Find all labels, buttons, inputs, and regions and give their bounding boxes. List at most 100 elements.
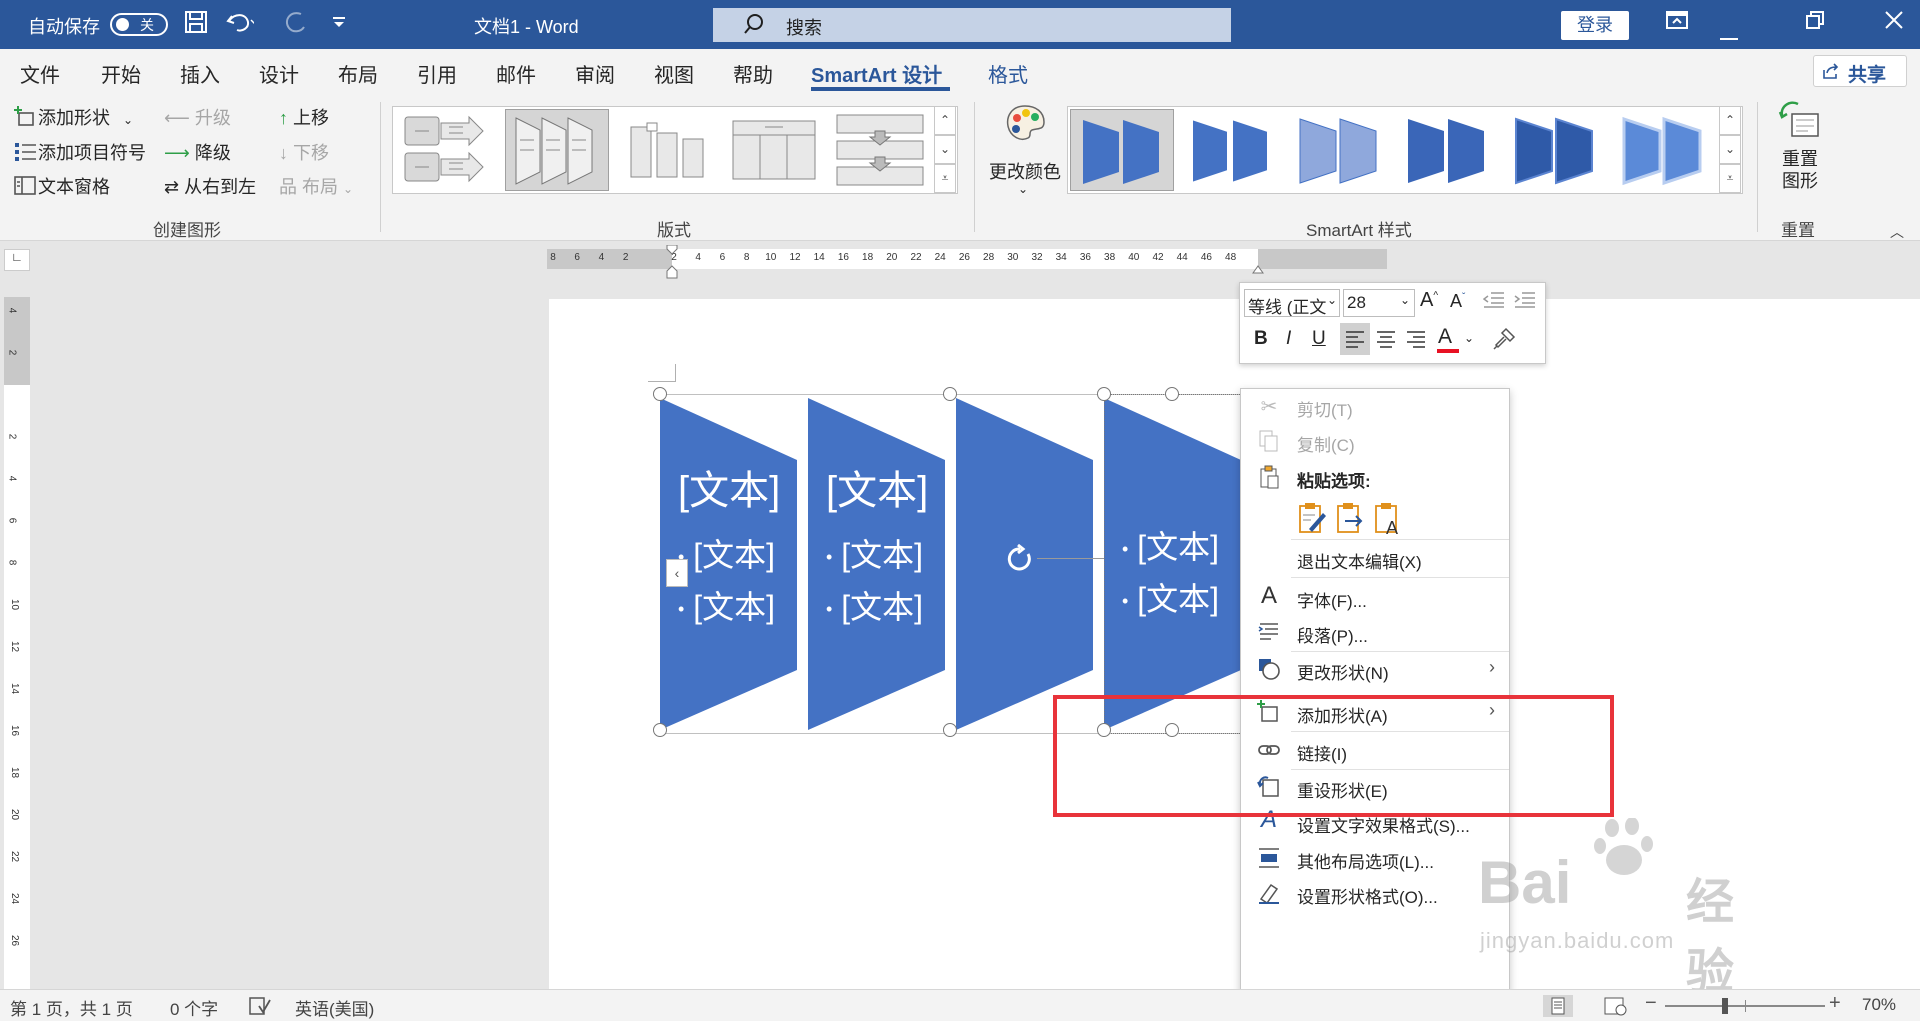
styles-scroll-down[interactable]: ⌄: [1719, 135, 1741, 164]
tab-smartart-design[interactable]: SmartArt 设计: [811, 59, 942, 88]
layout-thumb-5[interactable]: [833, 111, 929, 189]
italic-button[interactable]: I: [1286, 328, 1291, 350]
indent-marker[interactable]: [666, 244, 678, 279]
text-pane-button[interactable]: 文本窗格: [14, 173, 110, 202]
gallery-more[interactable]: ⩡: [934, 164, 956, 193]
bold-button[interactable]: B: [1254, 328, 1268, 350]
autosave-toggle[interactable]: 关: [110, 13, 168, 36]
format-painter-icon[interactable]: [1492, 327, 1516, 356]
paste-keep-source-icon[interactable]: [1297, 501, 1327, 535]
text-pane-expand-button[interactable]: ‹: [666, 559, 688, 587]
tab-selector[interactable]: ∟: [4, 249, 30, 271]
gallery-scroll-up[interactable]: ⌃: [934, 106, 956, 135]
add-shape-button[interactable]: 添加形状 ⌄: [14, 104, 133, 133]
page-count[interactable]: 第 1 页，共 1 页: [10, 995, 133, 1020]
layout-thumb-3[interactable]: [625, 113, 709, 187]
menu-item-cut[interactable]: ✂ 剪切(T): [1241, 389, 1509, 423]
collapse-ribbon-icon[interactable]: ︿: [1890, 222, 1904, 242]
layout-thumb-1[interactable]: [401, 113, 485, 187]
login-button[interactable]: 登录: [1561, 11, 1629, 40]
restore-icon[interactable]: [1805, 10, 1825, 36]
tab-design[interactable]: 设计: [259, 59, 299, 88]
shape-2-text[interactable]: [文本] • [文本] • [文本]: [826, 458, 928, 628]
resize-handle[interactable]: [653, 387, 667, 401]
layout-thumb-4[interactable]: [729, 113, 819, 187]
proofing-icon[interactable]: [249, 996, 271, 1021]
move-up-button[interactable]: ↑ 上移: [279, 104, 329, 130]
tab-view[interactable]: 视图: [654, 59, 694, 88]
minimize-icon[interactable]: [1720, 22, 1740, 48]
zoom-slider-thumb[interactable]: [1722, 998, 1728, 1014]
tab-review[interactable]: 审阅: [575, 59, 615, 88]
increase-indent-icon[interactable]: [1514, 291, 1536, 314]
tab-mailings[interactable]: 邮件: [496, 59, 536, 88]
font-size-combo[interactable]: 28 ⌄: [1343, 289, 1415, 317]
shrink-font-icon[interactable]: Aˇ: [1450, 291, 1465, 312]
underline-button[interactable]: U: [1312, 328, 1326, 350]
tab-references[interactable]: 引用: [417, 59, 457, 88]
style-thumb-6[interactable]: [1612, 109, 1716, 191]
undo-icon[interactable]: [226, 10, 258, 40]
gallery-scroll-down[interactable]: ⌄: [934, 135, 956, 164]
tab-file[interactable]: 文件: [20, 59, 60, 88]
font-name-combo[interactable]: 等线 (正文 ⌄: [1244, 289, 1340, 317]
resize-handle[interactable]: [943, 387, 957, 401]
menu-item-paragraph[interactable]: 段落(P)...: [1241, 615, 1509, 649]
search-box[interactable]: 搜索: [713, 8, 1231, 42]
resize-handle[interactable]: [1165, 387, 1179, 401]
decrease-indent-icon[interactable]: [1482, 291, 1505, 314]
vertical-ruler[interactable]: 4 2 2 4 6 8 10 12 14 16 18 20 22 24 26: [4, 297, 30, 989]
align-left-button[interactable]: [1340, 323, 1370, 355]
zoom-out-icon[interactable]: −: [1645, 992, 1657, 1015]
rotate-handle-icon[interactable]: [1005, 543, 1035, 574]
share-button[interactable]: 共享: [1813, 55, 1907, 87]
style-thumb-2[interactable]: [1180, 109, 1284, 191]
layout-thumb-2-selected[interactable]: [505, 109, 609, 191]
style-thumb-3[interactable]: [1288, 109, 1392, 191]
style-thumb-4[interactable]: [1396, 109, 1500, 191]
zoom-in-icon[interactable]: +: [1829, 992, 1841, 1015]
zoom-level[interactable]: 70%: [1862, 995, 1896, 1015]
close-icon[interactable]: [1884, 10, 1904, 36]
paste-text-only-icon[interactable]: A: [1373, 501, 1403, 538]
word-count[interactable]: 0 个字: [170, 995, 218, 1020]
horizontal-ruler[interactable]: 8 6 4 2 2 4 6 8 10 12 14 16 18 20 22 24 26 28 30 32 34 36 38 40…: [547, 244, 1387, 279]
move-down-button[interactable]: ↓ 下移: [279, 139, 329, 165]
resize-handle[interactable]: [653, 723, 667, 737]
change-colors-button[interactable]: 更改颜色 ⌄: [988, 102, 1062, 212]
styles-scroll-up[interactable]: ⌃: [1719, 106, 1741, 135]
web-layout-icon[interactable]: [1603, 995, 1629, 1021]
menu-item-change-shape[interactable]: 更改形状(N) ›: [1241, 652, 1509, 686]
tab-home[interactable]: 开始: [101, 59, 141, 88]
styles-more[interactable]: ⩡: [1719, 164, 1741, 193]
menu-item-exit-text-edit[interactable]: 退出文本编辑(X): [1241, 541, 1509, 575]
smartart-graphic[interactable]: [文本] • [文本] • [文本] [文本] • [文本] • [文本] • …: [653, 387, 1260, 737]
style-thumb-1-selected[interactable]: [1070, 109, 1174, 191]
style-thumb-5[interactable]: [1504, 109, 1608, 191]
menu-item-format-shape[interactable]: 设置形状格式(O)...: [1241, 876, 1509, 910]
save-icon[interactable]: [184, 10, 208, 40]
tab-help[interactable]: 帮助: [733, 59, 773, 88]
zoom-slider[interactable]: [1665, 998, 1825, 1014]
tab-format[interactable]: 格式: [988, 59, 1028, 88]
tab-insert[interactable]: 插入: [180, 59, 220, 88]
redo-icon[interactable]: [283, 10, 309, 40]
add-bullet-button[interactable]: 添加项目符号: [14, 139, 146, 168]
resize-handle[interactable]: [1097, 387, 1111, 401]
align-right-icon[interactable]: [1402, 323, 1430, 360]
shape-1-text[interactable]: [文本] • [文本] • [文本]: [678, 458, 780, 628]
right-to-left-button[interactable]: ⇄ 从右到左: [164, 173, 256, 199]
promote-button[interactable]: ⟵ 升级: [164, 104, 231, 130]
align-center-icon[interactable]: [1372, 323, 1400, 360]
layout-button[interactable]: 品 布局 ⌄: [279, 173, 353, 199]
language[interactable]: 英语(美国): [295, 995, 374, 1020]
shape-4-text[interactable]: • [文本] • [文本]: [1122, 522, 1242, 620]
resize-handle[interactable]: [943, 723, 957, 737]
menu-item-copy[interactable]: 复制(C): [1241, 424, 1509, 458]
grow-font-icon[interactable]: A^: [1420, 289, 1438, 312]
menu-item-more-layout[interactable]: 其他布局选项(L)...: [1241, 841, 1509, 875]
font-color-button[interactable]: A ⌄: [1436, 325, 1476, 355]
print-layout-icon[interactable]: [1543, 995, 1573, 1017]
demote-button[interactable]: ⟶ 降级: [164, 139, 231, 165]
menu-item-font[interactable]: A 字体(F)...: [1241, 580, 1509, 614]
